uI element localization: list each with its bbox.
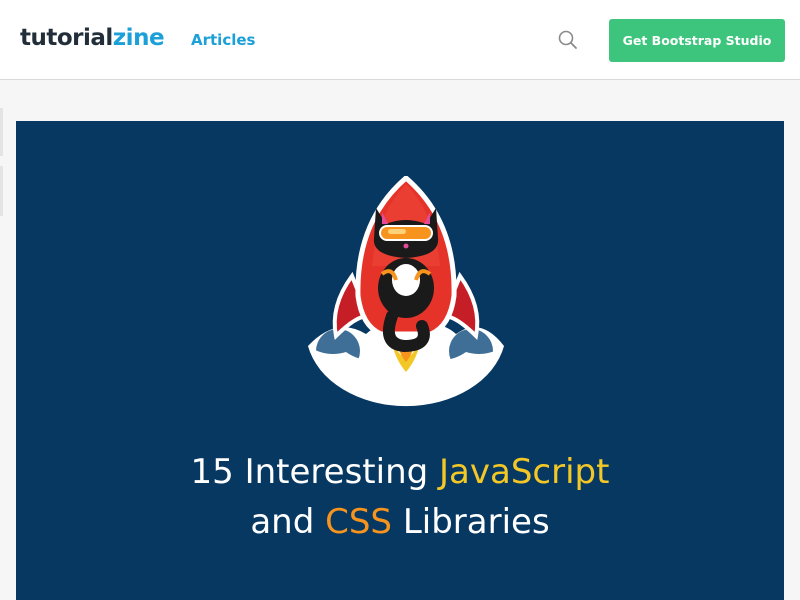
title-prefix-2: and (250, 502, 326, 542)
title-highlight-css: CSS (325, 502, 393, 542)
get-bootstrap-studio-button[interactable]: Get Bootstrap Studio (609, 19, 785, 62)
title-prefix: 15 Interesting (190, 452, 440, 492)
side-tab[interactable] (0, 166, 3, 216)
title-line-2: and CSS Libraries (16, 497, 784, 547)
site-logo[interactable]: tutorialzine (20, 22, 165, 54)
nav-link-articles[interactable]: Articles (191, 29, 255, 51)
title-highlight-javascript: JavaScript (439, 452, 610, 492)
title-suffix: Libraries (392, 502, 550, 542)
article-hero-card[interactable]: 15 Interesting JavaScript and CSS Librar… (16, 121, 784, 600)
title-line-1: 15 Interesting JavaScript (16, 447, 784, 497)
article-title[interactable]: 15 Interesting JavaScript and CSS Librar… (16, 447, 784, 547)
logo-text-tutorial: tutorial (20, 25, 113, 51)
search-button[interactable] (556, 28, 580, 52)
logo-text-zine: zine (112, 25, 165, 51)
search-icon (558, 30, 577, 49)
rocket-cat-illustration (308, 176, 504, 407)
side-tab[interactable] (0, 108, 3, 156)
top-navbar: tutorialzine Articles Get Bootstrap Stud… (0, 0, 800, 80)
